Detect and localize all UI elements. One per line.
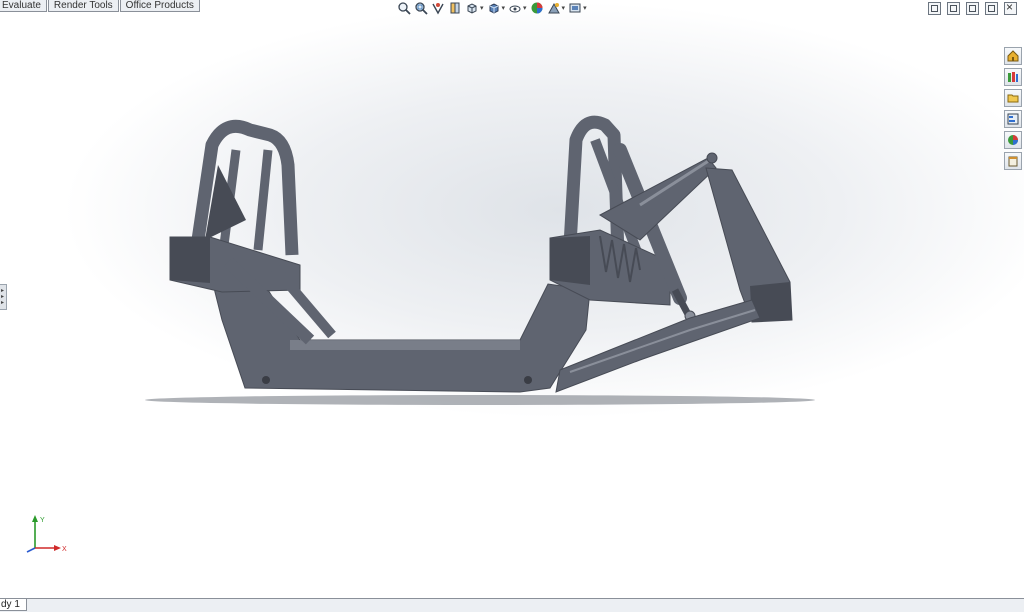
status-bar: dy 1 bbox=[0, 598, 1024, 612]
cross-tube bbox=[290, 340, 520, 350]
triad-y-arrow bbox=[32, 515, 38, 522]
right-bracket-face bbox=[550, 236, 590, 285]
upper-ball-joint bbox=[706, 152, 718, 164]
left-hoop-inner-2 bbox=[253, 149, 273, 251]
suspension-frame-model[interactable] bbox=[0, 0, 1024, 598]
triad-y-label: Y bbox=[40, 517, 45, 524]
floor-shadow bbox=[145, 395, 815, 405]
reference-triad[interactable]: Y X bbox=[22, 512, 70, 556]
mount-hole-left bbox=[262, 376, 270, 384]
triad-x-label: X bbox=[62, 546, 67, 553]
model-tab[interactable]: dy 1 bbox=[0, 599, 27, 611]
triad-z-axis bbox=[26, 547, 36, 553]
mount-hole-right bbox=[524, 376, 532, 384]
left-bracket-face bbox=[170, 237, 210, 283]
triad-x-arrow bbox=[54, 545, 61, 551]
